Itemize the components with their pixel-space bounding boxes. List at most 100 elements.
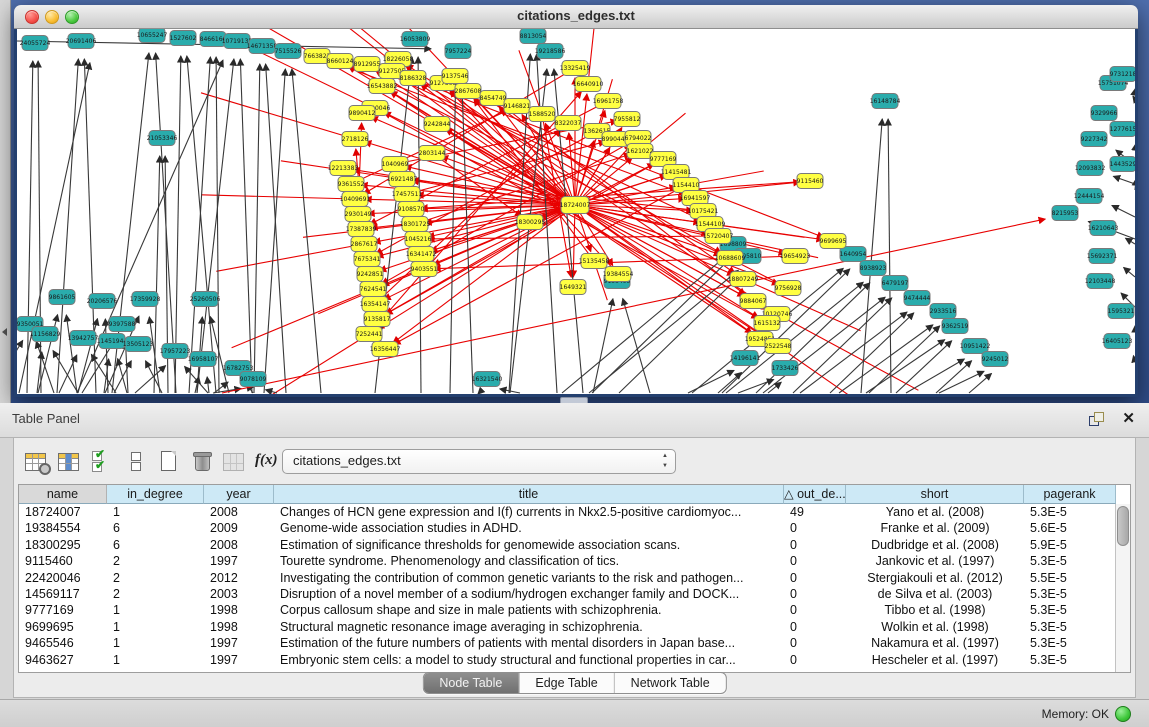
graph-node-1733426[interactable]: 1733426 [772,361,799,376]
graph-node-9756928[interactable]: 9756928 [775,281,802,296]
graph-node-7515526[interactable]: 7515526 [275,44,302,59]
graph-node-12444154[interactable]: 12444154 [1074,189,1105,204]
graph-node-1040969[interactable]: 1040969 [382,157,409,172]
graph-node-1649321[interactable]: 1649321 [560,280,587,295]
column-header-title[interactable]: title [274,485,784,504]
graph-node-16210643[interactable]: 16210643 [1088,221,1119,236]
graph-node-9146821[interactable]: 9146821 [504,99,531,114]
graph-node-12213383[interactable]: 12213383 [328,161,359,176]
graph-node-9242844[interactable]: 9242844 [424,117,451,132]
graph-node-1277615[interactable]: 1277615 [1110,122,1135,137]
graph-node-24055724[interactable]: 24055724 [20,36,51,51]
graph-node-1640954[interactable]: 1640954 [840,247,867,262]
float-panel-icon[interactable] [1089,412,1105,426]
graph-node-19654923[interactable]: 19654923 [780,249,811,264]
window-titlebar[interactable]: citations_edges.txt [14,5,1138,29]
delete-column-icon[interactable] [187,448,217,475]
graph-node-10655247[interactable]: 10655247 [137,29,168,43]
graph-node-7675341[interactable]: 7675341 [354,252,381,267]
graph-node-11156829[interactable]: 11156829 [30,327,61,342]
graph-node-16640910[interactable]: 16640910 [573,77,604,92]
column-header-pagerank[interactable]: pagerank [1024,485,1116,504]
graph-node-7624541[interactable]: 7624541 [360,282,387,297]
graph-node-16354147[interactable]: 16354147 [360,297,391,312]
tab-edge-table[interactable]: Edge Table [518,673,613,693]
collapsed-control-panel-strip[interactable] [0,0,11,403]
graph-node-9403551[interactable]: 9403551 [411,262,438,277]
graph-node-15135458[interactable]: 15135458 [579,254,610,269]
graph-node-9227342[interactable]: 9227342 [1081,132,1108,147]
graph-node-6479197[interactable]: 6479197 [882,276,909,291]
graph-node-16405123[interactable]: 16405123 [1102,334,1133,349]
table-row[interactable]: 1456911722003Disruption of a novel membe… [19,586,1116,602]
table-select-dropdown[interactable]: citations_edges.txt ▲▼ [282,449,676,474]
graph-node-18300295[interactable]: 18300295 [515,215,546,230]
network-view-window[interactable]: citations_edges.txt 24055724 20691406 1065… [14,5,1138,397]
table-row[interactable]: 969969511998Structural magnetic resonanc… [19,619,1116,635]
graph-node-19218586[interactable]: 19218586 [535,44,566,59]
graph-node-1588520[interactable]: 1588520 [529,107,556,122]
graph-node-14196141[interactable]: 14196141 [730,351,761,366]
graph-node-9890412[interactable]: 9890412 [349,106,376,121]
graph-node-17359928[interactable]: 17359928 [130,292,161,307]
graph-node-16961758[interactable]: 16961758 [593,94,624,109]
graph-node-9474444[interactable]: 9474444 [904,291,931,306]
graph-node-1595321[interactable]: 1595321 [1108,304,1135,319]
table-row[interactable]: 1938455462009Genome-wide association stu… [19,520,1116,536]
graph-node-2522548[interactable]: 2522548 [765,339,792,354]
graph-node-16356447[interactable]: 16356447 [370,342,401,357]
graph-node-9699695[interactable]: 9699695 [820,234,847,249]
graph-node-17457511[interactable]: 17457511 [392,187,423,202]
graph-node-9884067[interactable]: 9884067 [740,294,767,309]
graph-node-8813054[interactable]: 8813054 [520,29,547,44]
table-row[interactable]: 1872400712008Changes of HCN gene express… [19,504,1116,520]
graph-node-20691406[interactable]: 20691406 [66,34,97,49]
column-header-short[interactable]: short [846,485,1024,504]
table-row[interactable]: 1830029562008Estimation of significance … [19,537,1116,553]
graph-node-9078109[interactable]: 9078109 [240,372,267,387]
graph-node-16053809[interactable]: 16053809 [400,32,431,47]
graph-node-17387839[interactable]: 17387839 [346,222,377,237]
graph-node-2930149[interactable]: 2930149 [345,207,372,222]
graph-node-9245012[interactable]: 9245012 [982,352,1009,367]
graph-node-8186328[interactable]: 8186328 [400,71,427,86]
graph-node-20206576[interactable]: 20206576 [87,294,118,309]
row-height-icon[interactable] [121,448,151,475]
graph-node-8215953[interactable]: 8215953 [1052,206,1079,221]
graph-node-18301725[interactable]: 18301725 [400,217,431,232]
network-canvas-svg[interactable]: 2405572420691406106552471527602846616010… [17,29,1135,394]
graph-node-13505123[interactable]: 13505123 [123,337,154,352]
expand-panel-arrow-icon[interactable] [2,328,7,336]
column-header-name[interactable]: name [19,485,107,504]
network-canvas[interactable]: 2405572420691406106552471527602846616010… [17,29,1135,394]
graph-node-15692371[interactable]: 15692371 [1087,249,1118,264]
graph-node-10688609[interactable]: 10688609 [715,251,746,266]
graph-node-8938923[interactable]: 8938923 [860,261,887,276]
graph-node-9242851[interactable]: 9242851 [357,267,384,282]
tab-node-table[interactable]: Node Table [423,673,518,693]
graph-node-8322037[interactable]: 8322037 [555,116,582,131]
table-mode-icon[interactable] [22,448,52,475]
table-row[interactable]: 911546021997Tourette syndrome. Phenomeno… [19,553,1116,569]
graph-node-12103448[interactable]: 12103448 [1085,274,1116,289]
function-builder-icon[interactable]: f(x) [253,448,283,475]
create-column-icon[interactable] [154,448,184,475]
graph-node-1045216[interactable]: 1045216 [405,232,432,247]
graph-node-7957224[interactable]: 7957224 [445,44,472,59]
graph-node-8660124[interactable]: 8660124 [327,54,354,69]
graph-node-9329966[interactable]: 9329966 [1091,106,1118,121]
graph-node-8912955[interactable]: 8912955 [354,57,381,72]
graph-node-16148784[interactable]: 16148784 [870,94,901,109]
table-row[interactable]: 2242004622012Investigating the contribut… [19,570,1116,586]
graph-node-2867608[interactable]: 2867608 [455,84,482,99]
table-row[interactable]: 977716911998Corpus callosum shape and si… [19,602,1116,618]
graph-node-2718126[interactable]: 2718126 [342,132,369,147]
graph-node-2867617[interactable]: 2867617 [351,237,378,252]
graph-node-25260506[interactable]: 25260506 [190,292,221,307]
graph-node-1615132[interactable]: 1615132 [754,316,781,331]
tab-network-table[interactable]: Network Table [614,673,726,693]
graph-node-2933516[interactable]: 2933516 [930,304,957,319]
graph-node-9361552[interactable]: 9361552 [338,177,365,192]
vertical-scrollbar[interactable] [1115,504,1130,672]
graph-node-16921487[interactable]: 16921487 [387,172,418,187]
